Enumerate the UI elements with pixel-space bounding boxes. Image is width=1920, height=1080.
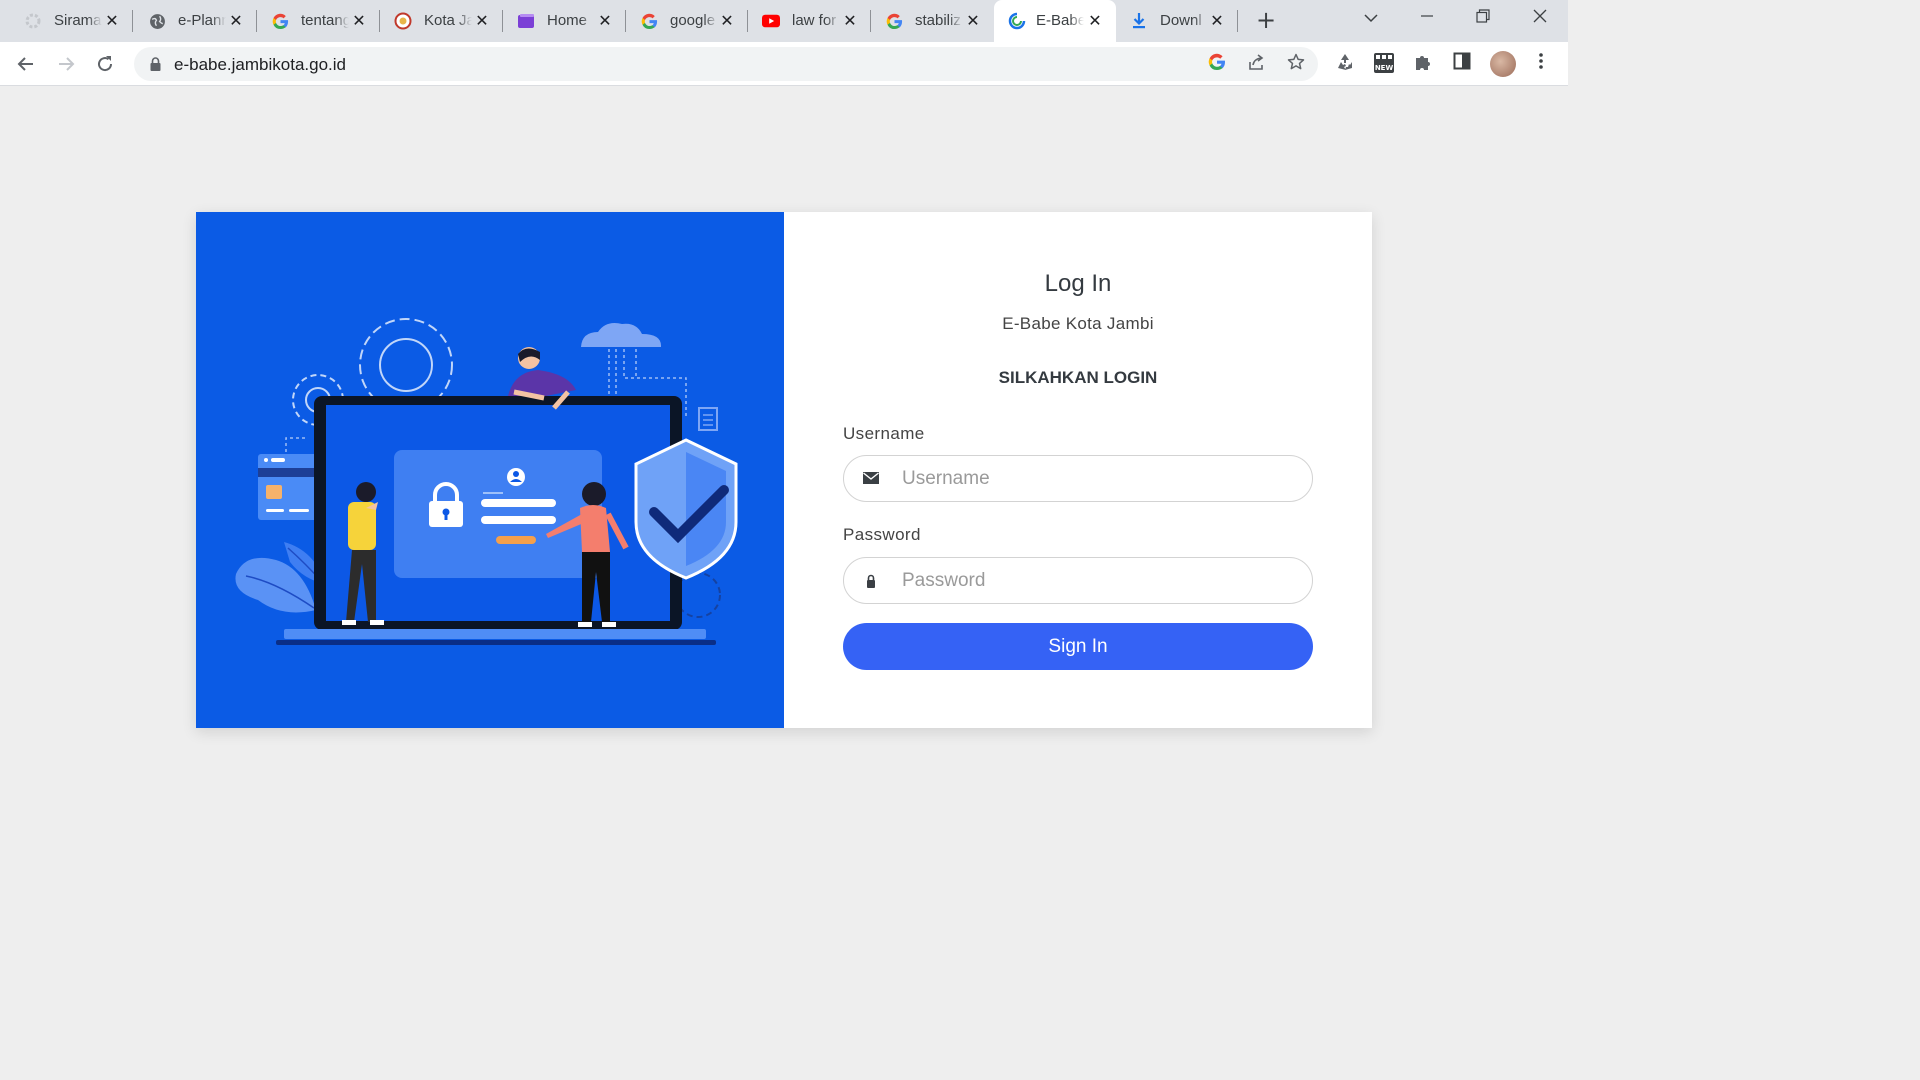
back-icon[interactable] xyxy=(14,52,38,76)
tab-tentang[interactable]: tentang ✕ xyxy=(257,4,380,38)
tab-title: Downl xyxy=(1160,12,1202,29)
tab-e-babe[interactable]: E-Babe ✕ xyxy=(994,0,1116,42)
username-input[interactable] xyxy=(902,456,1302,501)
tab-title: google xyxy=(670,12,716,29)
tab-download[interactable]: Downl ✕ xyxy=(1116,4,1238,38)
tab-google[interactable]: google ✕ xyxy=(626,4,748,38)
tab-separator xyxy=(132,10,133,32)
reload-icon[interactable] xyxy=(93,52,117,76)
lock-icon[interactable] xyxy=(150,57,161,76)
tab-title: E-Babe xyxy=(1036,12,1084,29)
download-favicon-icon xyxy=(1130,12,1148,30)
login-card: Log In E-Babe Kota Jambi SILKAHKAN LOGIN… xyxy=(196,212,1372,728)
tab-title: Sirama xyxy=(54,12,102,29)
close-tab-icon[interactable]: ✕ xyxy=(1086,12,1104,30)
globe-favicon-icon xyxy=(148,12,166,30)
google-favicon-icon xyxy=(271,12,289,30)
tab-title: tentang xyxy=(301,12,349,29)
login-prompt: SILKAHKAN LOGIN xyxy=(998,368,1158,387)
close-tab-icon[interactable]: ✕ xyxy=(841,12,859,30)
close-tab-icon[interactable]: ✕ xyxy=(718,12,736,30)
close-tab-icon[interactable]: ✕ xyxy=(964,12,982,30)
username-field[interactable] xyxy=(843,455,1313,502)
login-illustration-panel xyxy=(196,212,784,728)
close-window-icon[interactable] xyxy=(1526,8,1554,32)
close-tab-icon[interactable]: ✕ xyxy=(227,12,245,30)
tab-law-for[interactable]: law for ✕ xyxy=(748,4,871,38)
password-label: Password xyxy=(843,525,921,544)
new-tab-icon[interactable]: + xyxy=(1254,8,1278,33)
google-favicon-icon xyxy=(885,12,903,30)
app-subtitle: E-Babe Kota Jambi xyxy=(1002,314,1154,333)
lock-icon xyxy=(862,572,882,590)
tab-kota-jambi[interactable]: Kota Jambi ✕ xyxy=(380,4,503,38)
sign-in-button[interactable]: Sign In xyxy=(843,623,1313,670)
tab-stabiliz[interactable]: stabiliz ✕ xyxy=(871,4,994,38)
username-label: Username xyxy=(843,424,925,443)
tab-title: stabiliz xyxy=(915,12,961,29)
svg-text:NEW: NEW xyxy=(1375,64,1394,72)
new-badge-extension-icon[interactable]: NEW xyxy=(1373,52,1395,74)
minimize-icon[interactable] xyxy=(1413,8,1441,32)
share-icon[interactable] xyxy=(1246,53,1268,75)
address-bar[interactable]: e-babe.jambikota.go.id xyxy=(134,47,1318,81)
password-field[interactable] xyxy=(843,557,1313,604)
envelope-icon xyxy=(862,470,882,488)
gear-favicon-icon xyxy=(24,12,42,30)
restore-icon[interactable] xyxy=(1469,8,1497,32)
close-tab-icon[interactable]: ✕ xyxy=(473,12,491,30)
tab-sirama[interactable]: Sirama ✕ xyxy=(0,4,133,38)
bookmark-star-icon[interactable] xyxy=(1285,53,1307,75)
emblem-favicon-icon xyxy=(394,12,412,30)
google-translate-icon[interactable] xyxy=(1206,53,1228,75)
side-panel-icon[interactable] xyxy=(1451,52,1473,74)
stack-favicon-icon xyxy=(517,12,535,30)
extensions-puzzle-icon[interactable] xyxy=(1412,52,1434,74)
menu-kebab-icon[interactable] xyxy=(1530,52,1552,74)
ebabe-favicon-icon xyxy=(1008,12,1026,30)
tab-home[interactable]: Home ✕ xyxy=(503,4,626,38)
google-favicon-icon xyxy=(640,12,658,30)
tab-title: law for xyxy=(792,12,837,29)
tab-search-icon[interactable] xyxy=(1357,8,1385,32)
youtube-favicon-icon xyxy=(762,12,780,30)
tab-title: Kota Jambi xyxy=(424,12,472,29)
close-tab-icon[interactable]: ✕ xyxy=(103,12,121,30)
tab-e-planning[interactable]: e-Planning ✕ xyxy=(134,4,257,38)
forward-icon[interactable] xyxy=(54,52,78,76)
tab-title: Home xyxy=(547,12,588,29)
url-text[interactable]: e-babe.jambikota.go.id xyxy=(174,55,346,75)
close-tab-icon[interactable]: ✕ xyxy=(1208,12,1226,30)
security-login-illustration xyxy=(235,318,738,645)
tab-title: e-Planning xyxy=(178,12,226,29)
login-form: Log In E-Babe Kota Jambi SILKAHKAN LOGIN… xyxy=(784,212,1372,728)
password-input[interactable] xyxy=(902,558,1302,603)
tab-separator xyxy=(1237,10,1238,32)
close-tab-icon[interactable]: ✕ xyxy=(350,12,368,30)
browser-toolbar: e-babe.jambikota.go.id NEW xyxy=(0,42,1568,86)
profile-avatar[interactable] xyxy=(1490,51,1516,77)
recycle-extension-icon[interactable] xyxy=(1334,52,1356,74)
tab-strip: Sirama ✕ e-Planning ✕ tentang ✕ Kota Jam… xyxy=(0,0,1568,42)
close-tab-icon[interactable]: ✕ xyxy=(596,12,614,30)
login-heading: Log In xyxy=(1044,270,1112,297)
